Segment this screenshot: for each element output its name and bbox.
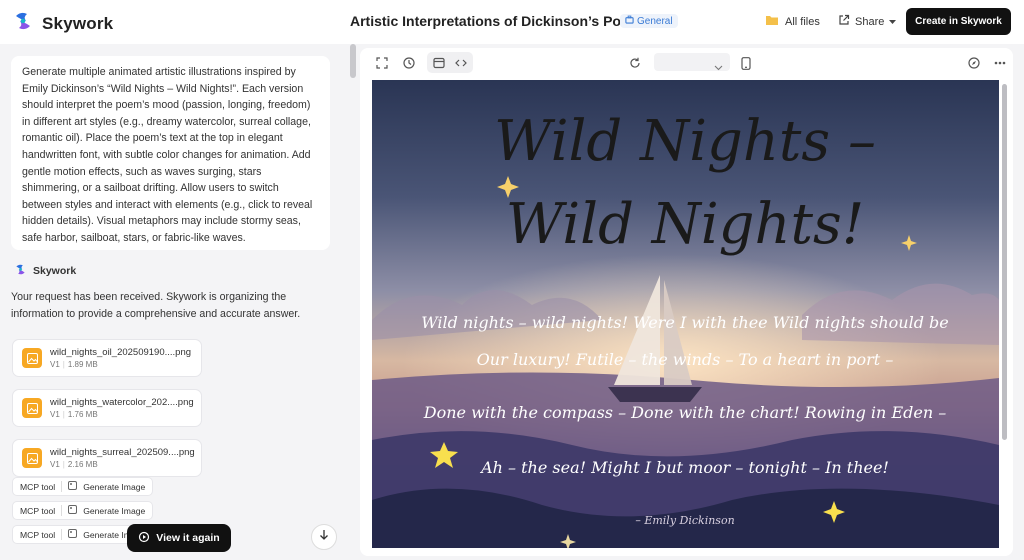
all-files-label: All files bbox=[785, 15, 820, 28]
folder-icon bbox=[765, 14, 779, 29]
tool-tag: MCP tool bbox=[20, 481, 56, 492]
poem-line: Wild nights – wild nights! Were I with t… bbox=[421, 313, 949, 332]
tool-call[interactable]: MCP tool Generate Image bbox=[12, 477, 154, 496]
file-name: wild_nights_surreal_202509....png bbox=[50, 447, 195, 458]
poem-line: Done with the compass – Done with the ch… bbox=[423, 403, 946, 422]
briefcase-icon bbox=[625, 15, 634, 27]
preview-panel: Wild Nights – Wild Nights! Wild nights –… bbox=[360, 48, 1013, 556]
file-size: 1.89 MB bbox=[67, 360, 98, 369]
file-version: V1 bbox=[50, 410, 60, 419]
logo-text: Skywork bbox=[42, 13, 114, 33]
file-name: wild_nights_oil_202509190....png bbox=[50, 347, 192, 358]
chevron-down-icon bbox=[714, 58, 723, 76]
logo[interactable]: Skywork bbox=[12, 10, 113, 37]
image-icon bbox=[68, 505, 78, 516]
share-button[interactable]: Share bbox=[838, 14, 897, 29]
file-card[interactable]: wild_nights_surreal_202509....png V1 | 2.1… bbox=[12, 439, 202, 477]
file-size: 2.16 MB bbox=[67, 460, 98, 469]
tool-action: Generate Image bbox=[83, 505, 146, 516]
skywork-logo-icon bbox=[12, 10, 34, 37]
user-prompt: Generate multiple animated artistic illu… bbox=[11, 56, 330, 250]
preview-scrollbar[interactable] bbox=[1002, 84, 1007, 440]
code-icon[interactable] bbox=[454, 56, 468, 70]
arrow-down-icon bbox=[319, 528, 329, 546]
file-card[interactable]: wild_nights_oil_202509190....png V1 | 1.89… bbox=[12, 339, 202, 377]
refresh-icon[interactable] bbox=[628, 56, 642, 70]
badge-label: General bbox=[637, 15, 673, 27]
assistant-reply: Your request has been received. Skywork … bbox=[11, 291, 301, 320]
more-icon[interactable] bbox=[993, 56, 1007, 70]
artwork-canvas[interactable]: Wild Nights – Wild Nights! Wild nights –… bbox=[372, 80, 999, 550]
skywork-logo-icon bbox=[14, 263, 27, 279]
assistant-name: Skywork bbox=[33, 265, 77, 277]
preview-icon[interactable] bbox=[432, 56, 446, 70]
file-card[interactable]: wild_nights_watercolor_202....png V1 | 1.7… bbox=[12, 389, 202, 427]
tool-call[interactable]: MCP tool Generate Image bbox=[12, 501, 154, 520]
category-badge[interactable]: General bbox=[620, 14, 678, 28]
image-icon bbox=[68, 529, 78, 540]
image-icon bbox=[68, 481, 78, 492]
left-panel-scrollbar[interactable] bbox=[350, 44, 356, 78]
device-select[interactable] bbox=[654, 53, 730, 71]
mobile-icon[interactable] bbox=[739, 56, 753, 70]
fullscreen-icon[interactable] bbox=[375, 56, 389, 70]
artwork-title-line-1: Wild Nights – bbox=[494, 109, 876, 174]
compass-icon[interactable] bbox=[967, 56, 981, 70]
file-size: 1.76 MB bbox=[67, 410, 98, 419]
history-icon[interactable] bbox=[402, 56, 416, 70]
poem-line: Our luxury! Futile – the winds – To a he… bbox=[477, 350, 894, 369]
caret-down-icon bbox=[889, 16, 897, 28]
scroll-down-button[interactable] bbox=[311, 524, 337, 550]
top-header: Skywork Artistic Interpretations of Dick… bbox=[0, 0, 1024, 44]
tool-action: Generate Image bbox=[83, 481, 146, 492]
page-title: Artistic Interpretations of Dickinson’s … bbox=[350, 13, 642, 29]
tool-tag: MCP tool bbox=[20, 505, 56, 516]
chat-panel: Generate multiple animated artistic illu… bbox=[0, 44, 342, 560]
assistant-header: Skywork bbox=[14, 263, 76, 279]
file-version: V1 bbox=[50, 360, 60, 369]
file-version: V1 bbox=[50, 460, 60, 469]
poem-signature: – Emily Dickinson bbox=[635, 514, 734, 527]
replay-icon bbox=[138, 531, 150, 546]
view-it-again-button[interactable]: View it again bbox=[127, 524, 231, 552]
preview-toolbar bbox=[360, 48, 1013, 78]
image-file-icon bbox=[22, 448, 42, 468]
file-name: wild_nights_watercolor_202....png bbox=[50, 397, 194, 408]
share-label: Share bbox=[855, 15, 885, 28]
artwork-title-line-2: Wild Nights! bbox=[506, 192, 865, 257]
image-file-icon bbox=[22, 398, 42, 418]
create-in-skywork-button[interactable]: Create in Skywork bbox=[906, 8, 1011, 35]
poem-line: Ah – the sea! Might I but moor – tonight… bbox=[479, 458, 889, 477]
share-icon bbox=[838, 14, 850, 29]
tool-tag: MCP tool bbox=[20, 529, 56, 540]
view-it-again-label: View it again bbox=[156, 532, 220, 544]
image-file-icon bbox=[22, 348, 42, 368]
all-files-button[interactable]: All files bbox=[765, 14, 820, 29]
